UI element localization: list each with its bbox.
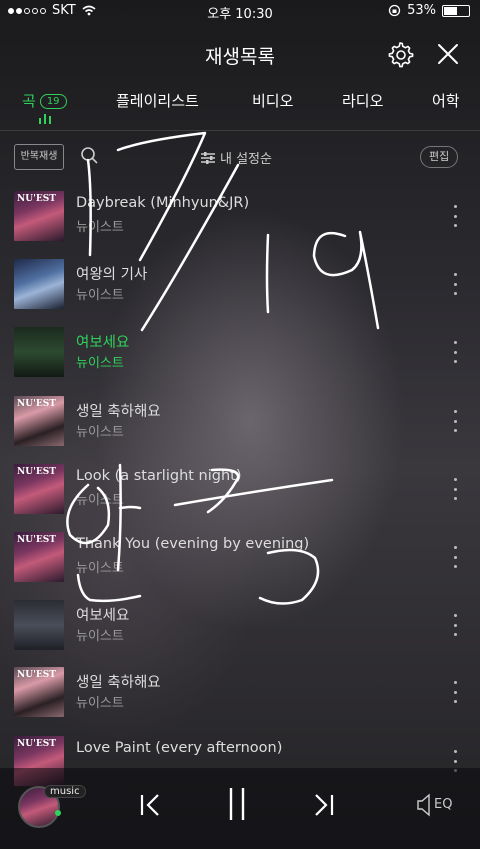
sort-button[interactable]: 내 설정순 xyxy=(200,148,272,167)
song-count-badge: 19 xyxy=(39,94,67,109)
tab-songs-label: 곡 xyxy=(22,92,36,110)
song-row[interactable]: NU'EST Daybreak (Minhyun&JR) 뉴이스트 xyxy=(0,191,480,259)
next-track-icon[interactable] xyxy=(310,792,336,818)
more-options-icon[interactable] xyxy=(450,478,460,500)
more-options-icon[interactable] xyxy=(450,205,460,227)
song-title: 여왕의 기사 xyxy=(76,267,148,283)
more-options-icon[interactable] xyxy=(450,410,460,432)
pause-icon[interactable] xyxy=(226,786,248,822)
sort-label: 내 설정순 xyxy=(220,152,272,167)
song-row-playing[interactable]: 여보세요 뉴이스트 xyxy=(0,327,480,395)
mini-player: music EQ xyxy=(0,768,480,849)
eq-label: EQ xyxy=(434,797,453,812)
song-row[interactable]: NU'EST 생일 축하해요 뉴이스트 xyxy=(0,667,480,735)
more-options-icon[interactable] xyxy=(450,614,460,636)
song-title: Look (a starlight night) xyxy=(76,468,242,484)
battery-icon xyxy=(442,4,470,17)
list-toolbar: 반복재생 내 설정순 편집 xyxy=(0,142,480,172)
battery-percent: 53% xyxy=(407,3,436,18)
song-artist: 뉴이스트 xyxy=(76,288,124,303)
song-title: 생일 축하해요 xyxy=(76,404,161,420)
tab-language[interactable]: 어학 xyxy=(432,90,460,111)
edit-button[interactable]: 편집 xyxy=(420,146,459,168)
song-title: Love Paint (every afternoon) xyxy=(76,740,283,756)
album-art xyxy=(14,600,64,650)
song-row[interactable]: NU'EST Look (a starlight night) 뉴이스트 xyxy=(0,464,480,532)
status-bar: SKT 오후 10:30 53% xyxy=(0,0,480,22)
song-title: Thank You (evening by evening) xyxy=(76,536,310,552)
tab-playlist[interactable]: 플레이리스트 xyxy=(116,90,199,111)
song-artist: 뉴이스트 xyxy=(76,425,124,440)
repeat-button[interactable]: 반복재생 xyxy=(14,144,64,170)
song-artist: 뉴이스트 xyxy=(76,561,124,576)
song-artist: 뉴이스트 xyxy=(76,696,124,711)
song-title: 여보세요 xyxy=(76,608,130,624)
sort-sliders-icon xyxy=(201,151,215,164)
header: 재생목록 xyxy=(0,36,480,76)
song-row[interactable]: NU'EST Thank You (evening by evening) 뉴이… xyxy=(0,532,480,600)
equalizer-button[interactable]: EQ xyxy=(416,792,456,818)
song-title: 여보세요 xyxy=(76,335,130,351)
more-options-icon[interactable] xyxy=(450,341,460,363)
song-artist: 뉴이스트 xyxy=(76,220,124,235)
playing-indicator xyxy=(55,810,61,816)
more-options-icon[interactable] xyxy=(450,681,460,703)
song-artist: 뉴이스트 xyxy=(76,356,124,371)
tab-bar: 곡 19 플레이리스트 비디오 라디오 어학 xyxy=(0,88,480,128)
album-art: NU'EST xyxy=(14,464,64,514)
tab-songs[interactable]: 곡 19 xyxy=(22,90,67,111)
album-art xyxy=(14,259,64,309)
song-artist: 뉴이스트 xyxy=(76,629,124,644)
song-row[interactable]: 여왕의 기사 뉴이스트 xyxy=(0,259,480,327)
tab-divider xyxy=(0,130,480,131)
gear-icon[interactable] xyxy=(386,40,414,68)
speaker-icon xyxy=(417,793,430,817)
tab-video[interactable]: 비디오 xyxy=(252,90,293,111)
album-art: NU'EST xyxy=(14,396,64,446)
song-title: 생일 축하해요 xyxy=(76,675,161,691)
now-playing-bars-icon xyxy=(39,114,51,124)
tab-radio[interactable]: 라디오 xyxy=(342,90,383,111)
album-art xyxy=(14,327,64,377)
rotation-lock-icon xyxy=(388,4,401,17)
song-row[interactable]: NU'EST 생일 축하해요 뉴이스트 xyxy=(0,396,480,464)
song-row[interactable]: 여보세요 뉴이스트 xyxy=(0,600,480,668)
music-badge: music xyxy=(44,785,86,798)
album-art: NU'EST xyxy=(14,667,64,717)
close-icon[interactable] xyxy=(434,40,462,68)
more-options-icon[interactable] xyxy=(450,273,460,295)
search-icon[interactable] xyxy=(80,146,100,166)
album-art: NU'EST xyxy=(14,532,64,582)
more-options-icon[interactable] xyxy=(450,546,460,568)
album-art: NU'EST xyxy=(14,191,64,241)
song-title: Daybreak (Minhyun&JR) xyxy=(76,195,250,211)
previous-track-icon[interactable] xyxy=(138,792,164,818)
song-artist: 뉴이스트 xyxy=(76,493,124,508)
